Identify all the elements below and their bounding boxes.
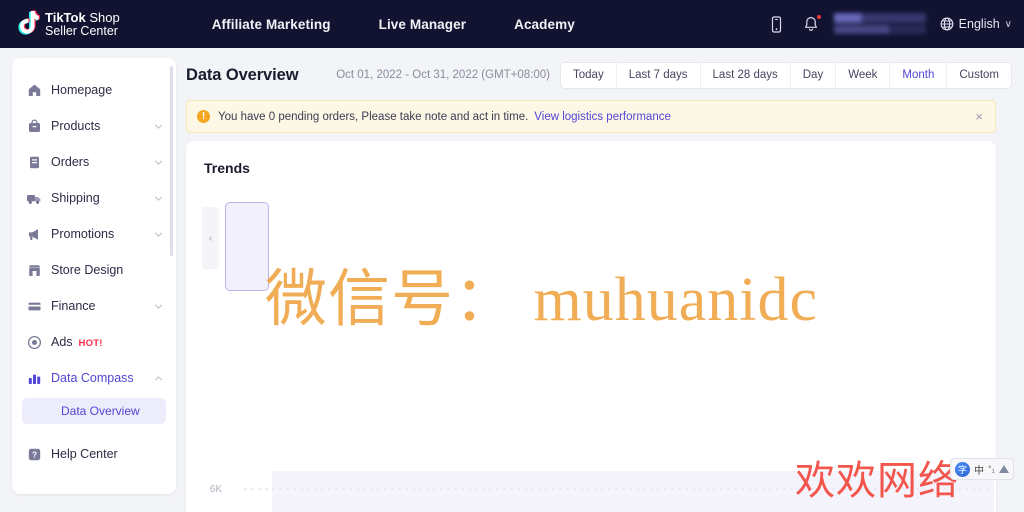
sidebar-label-ads: Ads HOT! (51, 335, 164, 349)
carousel-prev-button[interactable]: ‹ (202, 207, 219, 269)
top-bar-actions: English ∨ (760, 7, 1024, 41)
bag-icon (26, 118, 42, 134)
mobile-phone-icon[interactable] (760, 7, 794, 41)
sidebar-label-shipping: Shipping (51, 191, 100, 205)
range-tab-today[interactable]: Today (561, 62, 617, 88)
sidebar: Homepage Products Orders Shipping Promot… (12, 58, 176, 494)
sidebar-sublabel-data-overview: Data Overview (61, 404, 140, 418)
pending-orders-alert: ! You have 0 pending orders, Please take… (186, 100, 996, 133)
svg-text:?: ? (31, 449, 36, 459)
chevron-up-icon (153, 373, 164, 384)
globe-icon (940, 17, 954, 31)
chevron-down-icon (153, 121, 164, 132)
sidebar-item-store-design[interactable]: Store Design (12, 252, 176, 288)
language-selector[interactable]: English ∨ (936, 17, 1012, 31)
notification-badge-dot (815, 14, 822, 20)
brand-seller-center-text: Seller Center (45, 23, 118, 38)
alert-text: You have 0 pending orders, Please take n… (218, 110, 529, 123)
user-account-area[interactable] (833, 11, 926, 37)
warning-icon: ! (197, 110, 210, 123)
nav-item-academy[interactable]: Academy (490, 17, 599, 32)
truck-icon (26, 190, 42, 206)
nav-item-affiliate-marketing[interactable]: Affiliate Marketing (188, 17, 355, 32)
sidebar-label-store-design: Store Design (51, 263, 124, 277)
sidebar-item-products[interactable]: Products (12, 108, 176, 144)
trends-chart: 6K 5K 4K 3K 2K 1K (186, 331, 996, 512)
sidebar-item-homepage[interactable]: Homepage (12, 72, 176, 108)
sidebar-label-finance: Finance (51, 299, 96, 313)
range-tab-day[interactable]: Day (791, 62, 837, 88)
language-label: English (958, 17, 1000, 31)
nav-item-live-manager[interactable]: Live Manager (355, 17, 490, 32)
top-navigation-bar: TikTok Shop Seller Center Affiliate Mark… (0, 0, 1024, 48)
notification-bell-icon[interactable] (794, 7, 828, 41)
trends-panel: Trends ‹ 6K 5K 4K 3K 2K 1K (186, 141, 996, 512)
chevron-down-icon (153, 229, 164, 240)
ime-logo-icon: 字 (955, 461, 970, 477)
y-tick-6k: 6K (209, 484, 222, 495)
brand-wordmark: TikTok Shop Seller Center (45, 11, 120, 37)
sidebar-label-orders: Orders (51, 155, 90, 169)
sidebar-item-promotions[interactable]: Promotions (12, 216, 176, 252)
sidebar-item-data-compass[interactable]: Data Compass (12, 360, 176, 396)
chevron-down-icon (153, 193, 164, 204)
page-title: Data Overview (186, 65, 299, 84)
view-logistics-performance-link[interactable]: View logistics performance (534, 111, 671, 123)
receipt-icon (26, 154, 42, 170)
sidebar-menu: Homepage Products Orders Shipping Promot… (12, 58, 176, 472)
ime-toolbox-icon (998, 465, 1009, 473)
app-root: TikTok Shop Seller Center Affiliate Mark… (0, 0, 1024, 512)
range-tab-custom[interactable]: Custom (947, 63, 1011, 88)
sidebar-label-data-compass: Data Compass (51, 371, 134, 385)
close-icon[interactable]: × (973, 109, 985, 124)
range-tab-last-7-days[interactable]: Last 7 days (617, 62, 701, 88)
sidebar-subitem-data-overview[interactable]: Data Overview (22, 398, 166, 424)
sidebar-label-help-center: Help Center (51, 447, 118, 461)
sidebar-item-finance[interactable]: Finance (12, 288, 176, 324)
range-tab-month[interactable]: Month (890, 62, 948, 88)
bar-chart-icon (26, 370, 42, 386)
sidebar-item-shipping[interactable]: Shipping (12, 180, 176, 216)
tiktok-note-icon (14, 10, 40, 38)
ads-hot-badge: HOT! (78, 338, 103, 349)
trends-chart-svg (244, 471, 994, 512)
input-method-indicator[interactable]: 字 中 °₁ (950, 458, 1014, 480)
sidebar-ads-text: Ads (51, 335, 73, 349)
date-range-label: Oct 01, 2022 - Oct 31, 2022 (GMT+08:00) (336, 69, 551, 81)
sidebar-item-orders[interactable]: Orders (12, 144, 176, 180)
range-tab-last-28-days[interactable]: Last 28 days (701, 62, 791, 88)
ads-icon (26, 334, 42, 350)
help-icon: ? (26, 446, 42, 462)
primary-nav: Affiliate Marketing Live Manager Academy (188, 17, 599, 32)
card-icon (26, 298, 42, 314)
storefront-icon (26, 262, 42, 278)
chevron-down-icon (153, 157, 164, 168)
sidebar-label-homepage: Homepage (51, 83, 113, 97)
megaphone-icon (26, 226, 42, 242)
sidebar-item-ads[interactable]: Ads HOT! (12, 324, 176, 360)
ime-dots-icon: °₁ (988, 464, 995, 474)
sidebar-item-help-center[interactable]: ? Help Center (12, 436, 176, 472)
sidebar-label-products: Products (51, 119, 101, 133)
chevron-down-icon (153, 301, 164, 312)
date-range-tabs: Today Last 7 days Last 28 days Day Week … (560, 61, 1012, 89)
trends-title: Trends (204, 160, 250, 176)
brand-shop-text: Shop (85, 10, 120, 25)
range-tab-week[interactable]: Week (836, 62, 891, 88)
page-header: Data Overview Oct 01, 2022 - Oct 31, 202… (186, 58, 1012, 92)
ime-language-label: 中 (974, 465, 984, 477)
home-icon (26, 82, 42, 98)
brand-tiktok-text: TikTok (45, 10, 86, 25)
metric-card-selected[interactable] (225, 202, 269, 291)
sidebar-label-promotions: Promotions (51, 227, 115, 241)
chevron-down-icon: ∨ (1004, 18, 1012, 30)
brand-logo[interactable]: TikTok Shop Seller Center (14, 10, 120, 38)
